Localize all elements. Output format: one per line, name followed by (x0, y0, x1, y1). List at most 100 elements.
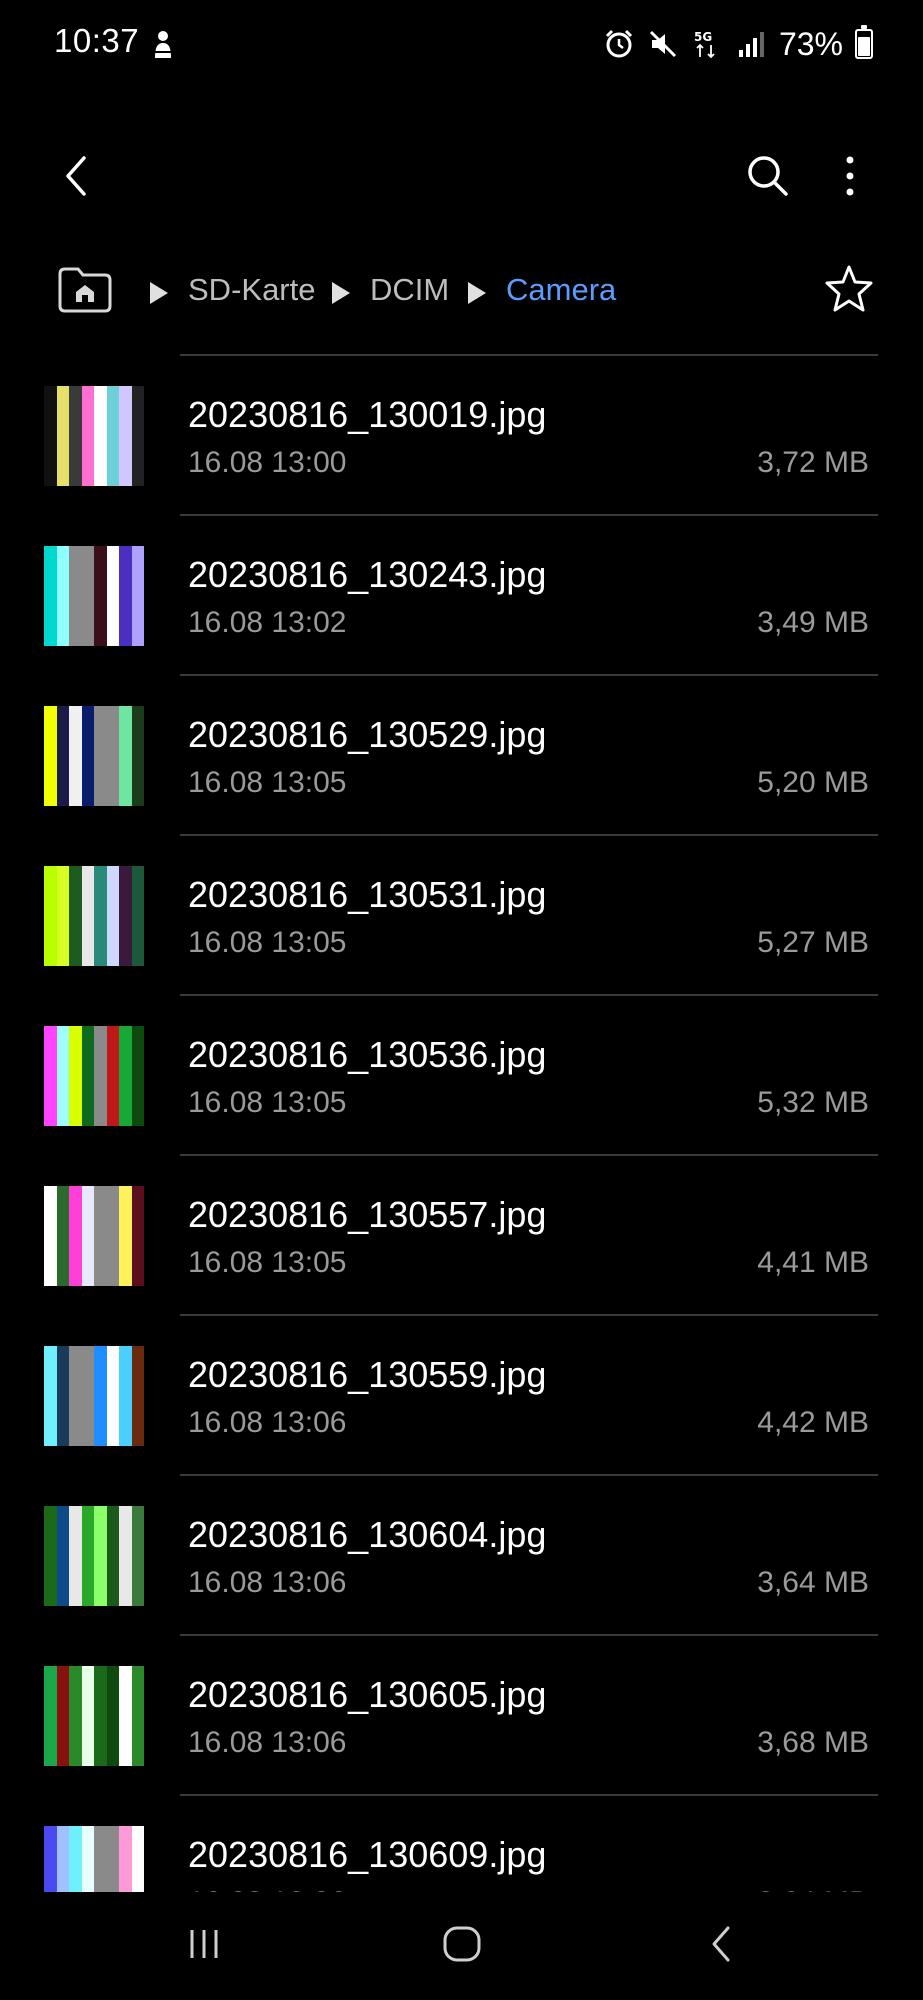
file-name: 20230816_130019.jpg (188, 394, 547, 435)
file-date: 16.08 13:02 (188, 606, 347, 639)
file-list-item[interactable]: 20230816_130559.jpg 16.08 13:06 4,42 MB (0, 1316, 923, 1476)
thumbnail-stripe (81, 1346, 95, 1446)
thumbnail-stripe (44, 1186, 57, 1286)
file-thumbnail (44, 1826, 144, 1892)
thumbnail-stripe (44, 546, 57, 646)
thumbnail-stripe (106, 546, 120, 646)
app-bar (0, 130, 923, 222)
mute-icon (649, 30, 677, 58)
star-outline-icon (825, 265, 873, 312)
thumbnail-stripe (56, 386, 70, 486)
file-list-item[interactable]: 20230816_130019.jpg 16.08 13:00 3,72 MB (0, 356, 923, 516)
thumbnail-stripe (44, 386, 57, 486)
thumbnail-stripe (106, 1506, 120, 1606)
file-thumbnail (44, 1666, 144, 1766)
file-thumbnail (44, 1346, 144, 1446)
more-options-button[interactable] (818, 144, 882, 208)
back-button[interactable] (44, 144, 108, 208)
thumbnail-stripe (69, 386, 82, 486)
file-name: 20230816_130609.jpg (188, 1834, 547, 1875)
thumbnail-stripe (81, 1506, 95, 1606)
file-size: 3,68 MB (757, 1726, 869, 1759)
file-date: 16.08 13:05 (188, 1086, 347, 1119)
thumbnail-stripe (106, 1186, 120, 1286)
thumbnail-stripe (119, 1666, 132, 1766)
status-time: 10:37 (54, 22, 140, 59)
file-list: 20230816_130019.jpg 16.08 13:00 3,72 MB 202… (0, 354, 923, 1892)
file-list-item[interactable]: 20230816_130536.jpg 16.08 13:05 5,32 MB (0, 996, 923, 1156)
thumbnail-stripe (44, 706, 57, 806)
alarm-icon (605, 29, 633, 58)
file-thumbnail (44, 866, 144, 966)
thumbnail-stripe (56, 546, 70, 646)
breadcrumb-sd-karte[interactable]: SD-Karte (188, 272, 315, 308)
back-icon (712, 1926, 730, 1962)
thumbnail-stripe (119, 1346, 132, 1446)
file-list-item[interactable]: 20230816_130531.jpg 16.08 13:05 5,27 MB (0, 836, 923, 996)
thumbnail-stripe (81, 386, 95, 486)
thumbnail-stripe (69, 1826, 82, 1892)
thumbnail-stripe (119, 706, 132, 806)
thumbnail-stripe (81, 546, 95, 646)
system-back-button[interactable] (682, 1912, 762, 1976)
breadcrumb-dcim[interactable]: DCIM (370, 272, 449, 308)
file-list-item[interactable]: 20230816_130605.jpg 16.08 13:06 3,68 MB (0, 1636, 923, 1796)
search-button[interactable] (736, 144, 800, 208)
thumbnail-stripe (131, 866, 144, 966)
file-list-item[interactable]: 20230816_130609.jpg16.08 13:063,64 MB (0, 1796, 923, 1892)
home-button[interactable] (422, 1912, 502, 1976)
file-list-item[interactable]: 20230816_130529.jpg 16.08 13:05 5,20 MB (0, 676, 923, 836)
thumbnail-stripe (44, 1826, 57, 1892)
thumbnail-stripe (56, 1666, 70, 1766)
thumbnail-stripe (56, 1346, 70, 1446)
thumbnail-stripe (44, 1026, 57, 1126)
signal-icon (738, 32, 764, 57)
home-folder-button[interactable] (56, 264, 114, 314)
file-date: 16.08 13:06 (188, 1566, 347, 1599)
file-thumbnail (44, 1506, 144, 1606)
breadcrumb: SD-Karte DCIM Camera (0, 256, 923, 328)
thumbnail-stripe (119, 866, 132, 966)
thumbnail-stripe (131, 1666, 144, 1766)
breadcrumb-camera[interactable]: Camera (506, 272, 616, 308)
thumbnail-stripe (131, 1186, 144, 1286)
thumbnail-stripe (94, 386, 107, 486)
thumbnail-stripe (131, 546, 144, 646)
file-thumbnail (44, 1186, 144, 1286)
thumbnail-stripe (131, 1826, 144, 1892)
thumbnail-stripe (131, 1026, 144, 1126)
file-list-item[interactable]: 20230816_130243.jpg 16.08 13:02 3,49 MB (0, 516, 923, 676)
favorite-button[interactable] (822, 262, 876, 316)
thumbnail-stripe (44, 1506, 57, 1606)
recents-button[interactable] (164, 1912, 244, 1976)
file-size: 5,20 MB (757, 766, 869, 799)
svg-text:5G: 5G (694, 30, 712, 44)
file-size: 5,32 MB (757, 1086, 869, 1119)
thumbnail-stripe (69, 1506, 82, 1606)
thumbnail-stripe (106, 706, 120, 806)
navigation-bar (0, 1892, 923, 2000)
breadcrumb-separator-icon (468, 282, 486, 304)
thumbnail-stripe (81, 1666, 95, 1766)
thumbnail-stripe (106, 1826, 120, 1892)
file-list-item[interactable]: 20230816_130557.jpg 16.08 13:05 4,41 MB (0, 1156, 923, 1316)
thumbnail-stripe (94, 1826, 107, 1892)
more-vertical-icon (846, 156, 854, 196)
file-name: 20230816_130243.jpg (188, 554, 547, 595)
thumbnail-stripe (94, 706, 107, 806)
thumbnail-stripe (94, 866, 107, 966)
thumbnail-stripe (94, 1666, 107, 1766)
thumbnail-stripe (106, 1346, 120, 1446)
file-size: 3,64 MB (757, 1566, 869, 1599)
thumbnail-stripe (69, 1346, 82, 1446)
thumbnail-stripe (56, 1506, 70, 1606)
file-list-item[interactable]: 20230816_130604.jpg 16.08 13:06 3,64 MB (0, 1476, 923, 1636)
file-size: 4,41 MB (757, 1246, 869, 1279)
thumbnail-stripe (94, 1026, 107, 1126)
thumbnail-stripe (119, 1186, 132, 1286)
thumbnail-stripe (131, 1346, 144, 1446)
thumbnail-stripe (81, 1186, 95, 1286)
breadcrumb-separator-icon (332, 282, 350, 304)
file-thumbnail (44, 386, 144, 486)
thumbnail-stripe (119, 546, 132, 646)
